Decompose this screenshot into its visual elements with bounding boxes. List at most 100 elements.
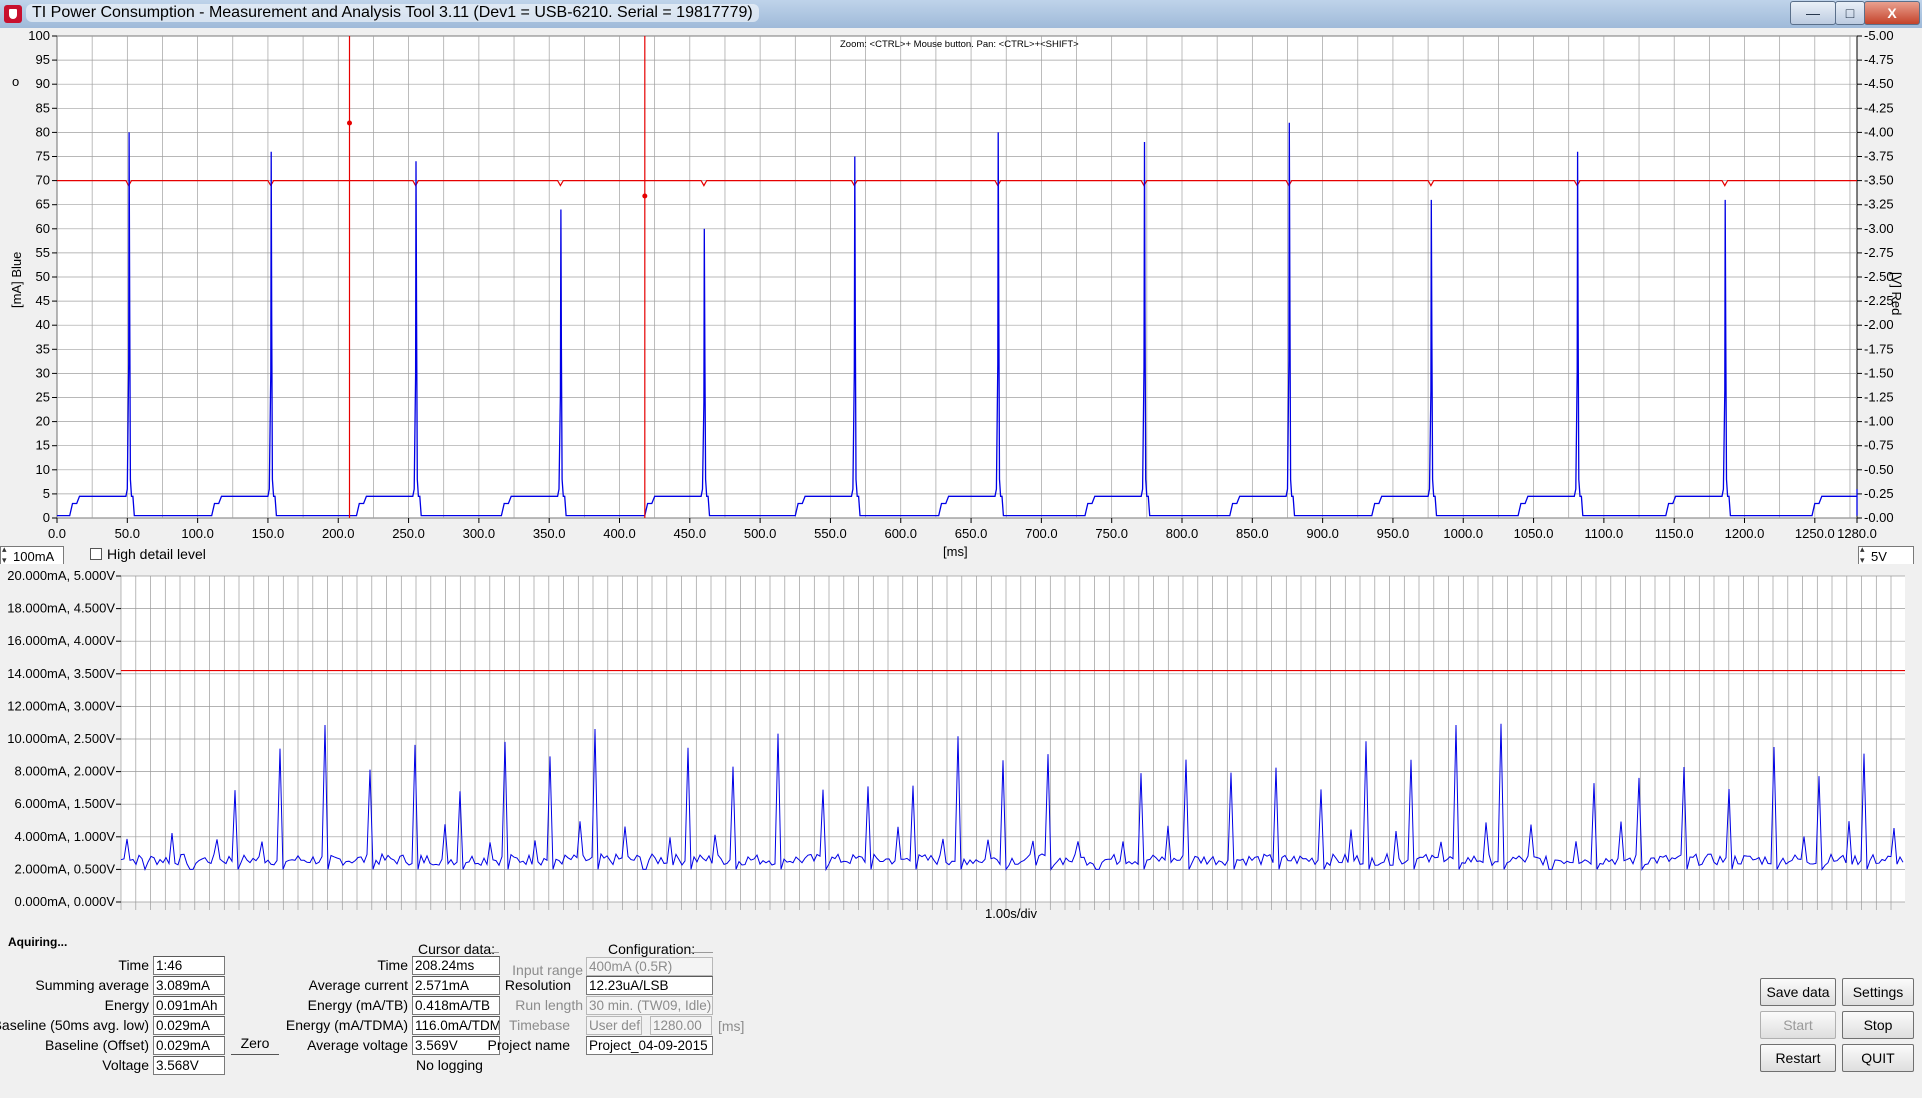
- logging-status: No logging: [416, 1057, 483, 1073]
- bottom-chart[interactable]: 0.000mA, 0.000V 2.000mA, 0.500V 4.000mA, 1…: [0, 564, 1922, 928]
- x-tick-label: 1250.0: [1795, 526, 1835, 541]
- right-tick-label: -3.00: [1864, 221, 1894, 236]
- maximize-button[interactable]: □: [1835, 1, 1865, 25]
- voltage-label: Voltage: [102, 1057, 149, 1073]
- settings-button[interactable]: Settings: [1842, 978, 1914, 1006]
- x-tick-label: 1050.0: [1514, 526, 1554, 541]
- right-tick-label: -0.50: [1864, 462, 1894, 477]
- input-range-value: 400mA (0.5R): [586, 957, 713, 976]
- energy-tb-value: 0.418mA/TB: [412, 996, 500, 1015]
- x-tick-label: 350.0: [533, 526, 566, 541]
- window-title: TI Power Consumption - Measurement and A…: [26, 4, 759, 22]
- right-tick-label: -1.50: [1864, 365, 1894, 380]
- x-tick-label: 950.0: [1377, 526, 1410, 541]
- x-tick-label: 150.0: [252, 526, 285, 541]
- cursor-marker: [642, 193, 648, 199]
- x-tick-label: 600.0: [884, 526, 917, 541]
- zoom-pan-hint: Zoom: <CTRL>+ Mouse button. Pan: <CTRL>+…: [840, 39, 1079, 50]
- run-length-label: Run length: [515, 997, 583, 1013]
- restart-button[interactable]: Restart: [1760, 1044, 1836, 1072]
- bottom-y-tick-label: 8.000mA, 2.000V: [15, 764, 116, 779]
- x-tick-label: 1280.0: [1837, 526, 1877, 541]
- right-tick-label: -2.75: [1864, 245, 1894, 260]
- right-tick-label: -1.75: [1864, 341, 1894, 356]
- x-tick-label: 800.0: [1166, 526, 1199, 541]
- current-range-spinner[interactable]: 100mA: [0, 544, 64, 566]
- right-tick-label: -2.00: [1864, 317, 1894, 332]
- average-current-value: 2.571mA: [412, 976, 500, 995]
- x-tick-label: 500.0: [744, 526, 777, 541]
- bottom-y-tick-label: 16.000mA, 4.000V: [7, 633, 115, 648]
- left-tick-label: 30: [36, 365, 50, 380]
- x-tick-label: 400.0: [603, 526, 636, 541]
- voltage-range-spinner[interactable]: 5V: [1858, 544, 1914, 566]
- x-tick-label: 1200.0: [1725, 526, 1765, 541]
- bottom-y-tick-label: 10.000mA, 2.500V: [7, 731, 115, 746]
- right-tick-label: -0.75: [1864, 438, 1894, 453]
- resolution-value: 12.23uA/LSB: [586, 976, 713, 995]
- baseline-low-value: 0.029mA: [153, 1016, 225, 1035]
- x-tick-label: 850.0: [1236, 526, 1269, 541]
- left-tick-label: 100: [28, 28, 50, 43]
- bottom-y-tick-label: 4.000mA, 1.000V: [15, 829, 116, 844]
- x-tick-label: 100.0: [181, 526, 214, 541]
- configuration-header: Configuration:: [608, 941, 696, 957]
- ti-logo-icon: [4, 5, 22, 23]
- timebase-label: Timebase: [509, 1017, 570, 1033]
- left-tick-label: 50: [36, 269, 50, 284]
- left-tick-label: 80: [36, 124, 50, 139]
- resolution-label: Resolution: [504, 977, 571, 993]
- right-tick-label: -4.50: [1864, 76, 1894, 91]
- energy-tdma-value: 116.0mA/TDM: [412, 1016, 500, 1035]
- energy-tdma-label: Energy (mA/TDMA): [285, 1017, 408, 1033]
- marker-o: o: [12, 74, 19, 89]
- start-button[interactable]: Start: [1760, 1011, 1836, 1039]
- right-tick-label: -3.25: [1864, 197, 1894, 212]
- bottom-y-tick-label: 14.000mA, 3.500V: [7, 666, 115, 681]
- average-voltage-label: Average voltage: [307, 1037, 408, 1053]
- quit-button[interactable]: QUIT: [1842, 1044, 1914, 1072]
- baseline-offset-label: Baseline (Offset): [44, 1037, 149, 1053]
- stop-button[interactable]: Stop: [1842, 1011, 1914, 1039]
- status-time-label: Time: [118, 957, 149, 973]
- x-tick-label: 250.0: [392, 526, 425, 541]
- right-tick-label: -1.00: [1864, 414, 1894, 429]
- x-tick-label: 300.0: [463, 526, 496, 541]
- top-grid: [56, 35, 1857, 519]
- minimize-button[interactable]: —: [1790, 1, 1836, 25]
- x-tick-label: 1100.0: [1584, 526, 1623, 541]
- top-chart[interactable]: 0 5 10 15 20 25 30 35 40 45 50 55 60 65 70 75 80 85 90 95 10…: [0, 28, 1922, 568]
- bottom-y-tick-label: 18.000mA, 4.500V: [7, 601, 115, 616]
- left-tick-label: 10: [36, 462, 50, 477]
- project-name-field[interactable]: Project_04-09-2015: [586, 1036, 713, 1055]
- bottom-x-label: 1.00s/div: [985, 906, 1038, 921]
- x-tick-label: 900.0: [1306, 526, 1339, 541]
- checkbox-icon[interactable]: [90, 548, 102, 560]
- left-tick-label: 25: [36, 390, 50, 405]
- left-tick-label: 0: [43, 510, 50, 525]
- cursor-time-value: 208.24ms: [412, 956, 500, 975]
- x-tick-label: 450.0: [674, 526, 707, 541]
- left-tick-label: 45: [36, 293, 50, 308]
- zero-button[interactable]: Zero: [231, 1034, 279, 1055]
- cursor-data-header: Cursor data:: [418, 941, 496, 957]
- save-data-button[interactable]: Save data: [1760, 978, 1836, 1006]
- cursor-group-line: [490, 952, 499, 953]
- average-current-label: Average current: [308, 977, 408, 993]
- acquiring-status: Aquiring...: [8, 935, 68, 949]
- close-button[interactable]: X: [1864, 1, 1920, 25]
- left-tick-label: 35: [36, 341, 50, 356]
- summing-average-value: 3.089mA: [153, 976, 225, 995]
- right-tick-label: -4.00: [1864, 124, 1894, 139]
- right-tick-label: -3.75: [1864, 149, 1894, 164]
- left-tick-label: 65: [36, 197, 50, 212]
- bottom-y-tick-label: 0.000mA, 0.000V: [15, 894, 116, 909]
- right-tick-label: -3.50: [1864, 173, 1894, 188]
- voltage-value: 3.568V: [153, 1056, 225, 1075]
- run-length-value: 30 min. (TW09, Idle): [586, 996, 713, 1015]
- bottom-y-tick-label: 12.000mA, 3.000V: [7, 698, 115, 713]
- energy-tb-label: Energy (mA/TB): [307, 997, 408, 1013]
- right-tick-label: -0.00: [1864, 510, 1894, 525]
- high-detail-checkbox[interactable]: High detail level: [90, 546, 206, 562]
- energy-value: 0.091mAh: [153, 996, 225, 1015]
